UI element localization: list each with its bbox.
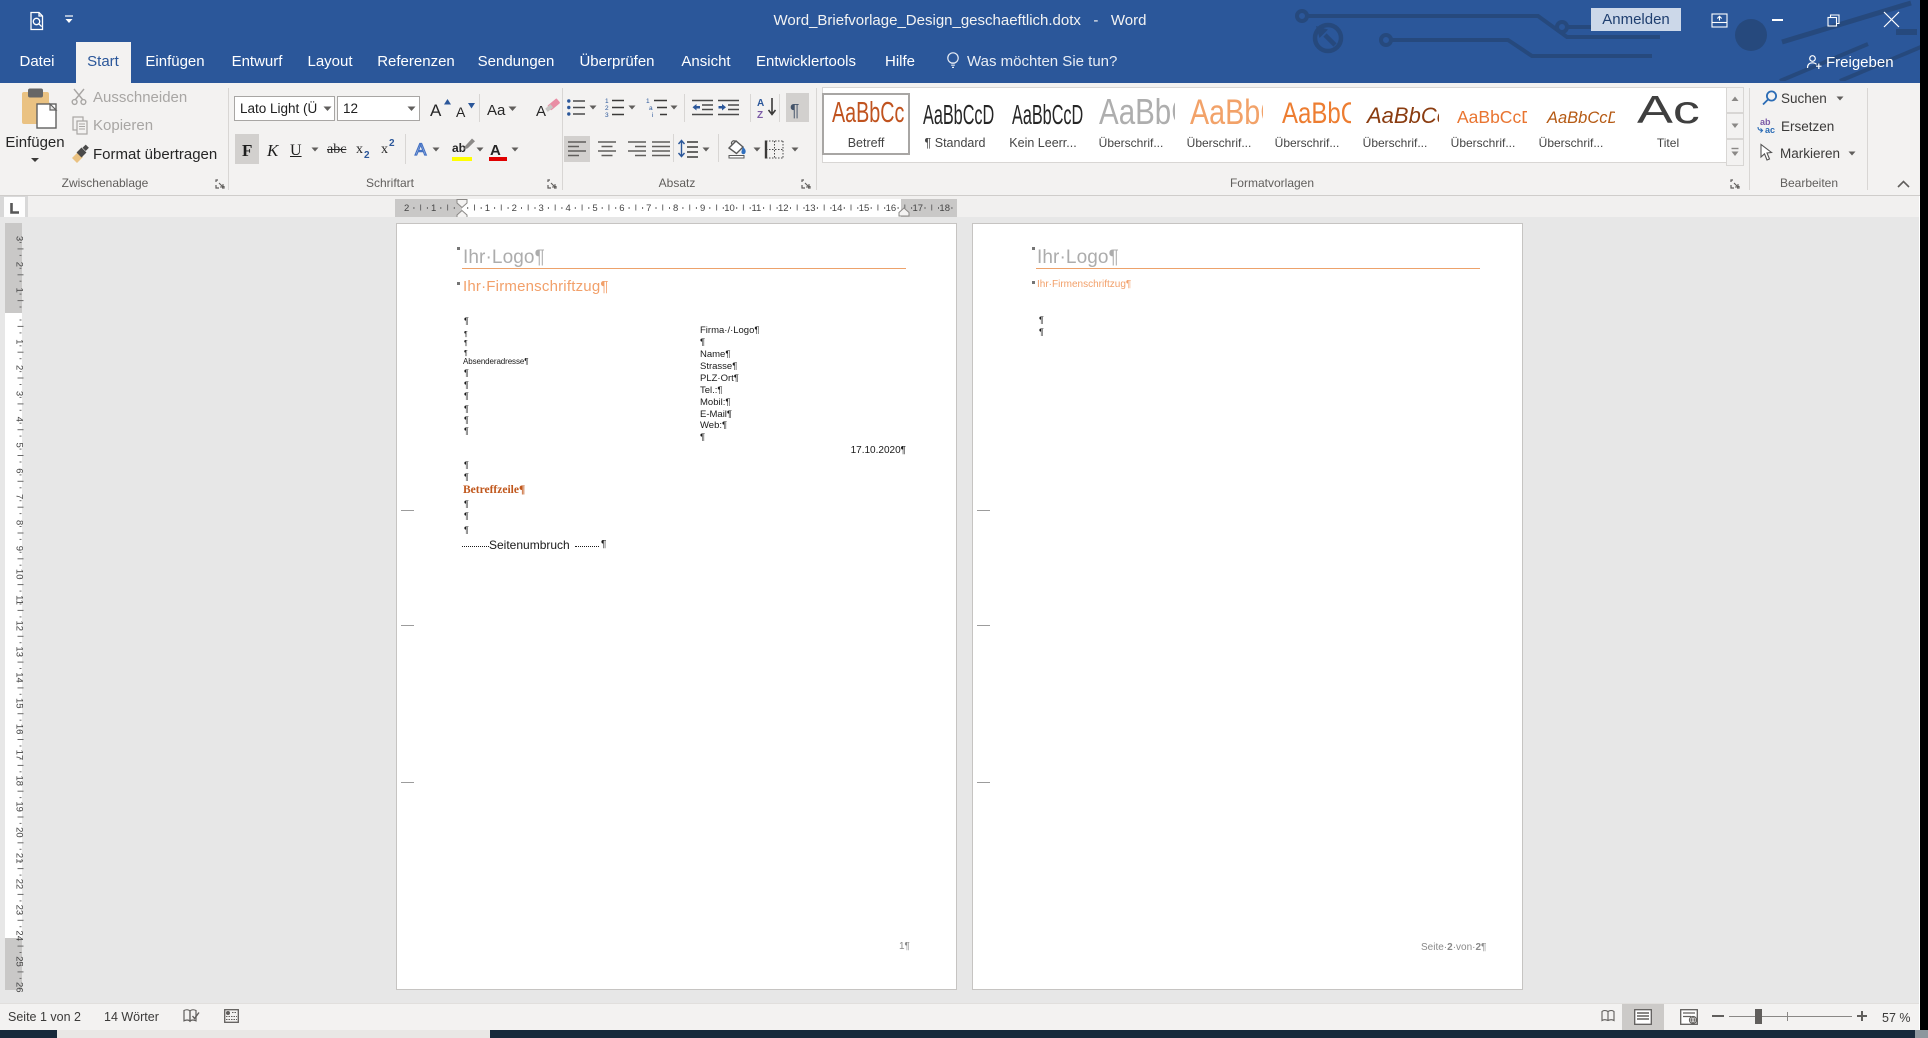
svg-text:6: 6 — [619, 203, 624, 214]
svg-text:21: 21 — [13, 853, 24, 864]
svg-text:1: 1 — [605, 98, 609, 105]
svg-text:18: 18 — [13, 776, 24, 787]
svg-text:15: 15 — [13, 698, 24, 709]
svg-text:13: 13 — [13, 646, 24, 657]
svg-text:24: 24 — [13, 930, 24, 941]
svg-text:2: 2 — [404, 203, 409, 214]
svg-text:13: 13 — [805, 203, 816, 214]
svg-text:3: 3 — [605, 112, 609, 119]
svg-text:2: 2 — [13, 262, 24, 267]
svg-text:6: 6 — [13, 468, 24, 473]
svg-text:12: 12 — [778, 203, 789, 214]
svg-text:2: 2 — [512, 203, 517, 214]
svg-text:22: 22 — [13, 879, 24, 890]
svg-text:19: 19 — [13, 801, 24, 812]
svg-text:10: 10 — [724, 203, 735, 214]
svg-text:Z: Z — [757, 110, 763, 121]
svg-text:26: 26 — [13, 982, 24, 993]
svg-text:3: 3 — [13, 236, 24, 241]
svg-text:20: 20 — [13, 827, 24, 838]
svg-text:2: 2 — [13, 365, 24, 370]
svg-text:15: 15 — [859, 203, 870, 214]
svg-text:11: 11 — [751, 203, 761, 214]
svg-text:9: 9 — [700, 203, 705, 214]
svg-text:8: 8 — [673, 203, 678, 214]
svg-text:3: 3 — [13, 391, 24, 396]
svg-text:25: 25 — [13, 956, 24, 967]
svg-text:1: 1 — [13, 288, 24, 293]
svg-text:16: 16 — [13, 724, 24, 735]
svg-text:14: 14 — [832, 203, 843, 214]
svg-text:9: 9 — [13, 546, 24, 551]
svg-text:12: 12 — [13, 621, 24, 632]
svg-text:a: a — [649, 105, 653, 112]
svg-text:23: 23 — [13, 905, 24, 916]
svg-text:1: 1 — [485, 203, 490, 214]
svg-text:18: 18 — [939, 203, 950, 214]
svg-text:1: 1 — [646, 98, 650, 105]
svg-text:17: 17 — [913, 203, 924, 214]
svg-text:11: 11 — [13, 595, 24, 605]
svg-text:7: 7 — [646, 203, 651, 214]
svg-text:A: A — [757, 98, 764, 109]
svg-text:8: 8 — [13, 520, 24, 525]
svg-text:3: 3 — [539, 203, 544, 214]
svg-text:2: 2 — [605, 105, 609, 112]
svg-text:16: 16 — [886, 203, 897, 214]
svg-text:14: 14 — [13, 672, 24, 683]
svg-text:5: 5 — [13, 442, 24, 447]
svg-text:ac: ac — [1765, 125, 1775, 135]
svg-text:1: 1 — [431, 203, 436, 214]
svg-text:1: 1 — [13, 339, 24, 344]
svg-text:4: 4 — [565, 203, 570, 214]
svg-text:5: 5 — [592, 203, 597, 214]
svg-text:4: 4 — [13, 417, 24, 422]
svg-text:7: 7 — [13, 494, 24, 499]
svg-text:10: 10 — [13, 569, 24, 580]
svg-text:17: 17 — [13, 750, 24, 761]
svg-text:i: i — [652, 112, 653, 119]
